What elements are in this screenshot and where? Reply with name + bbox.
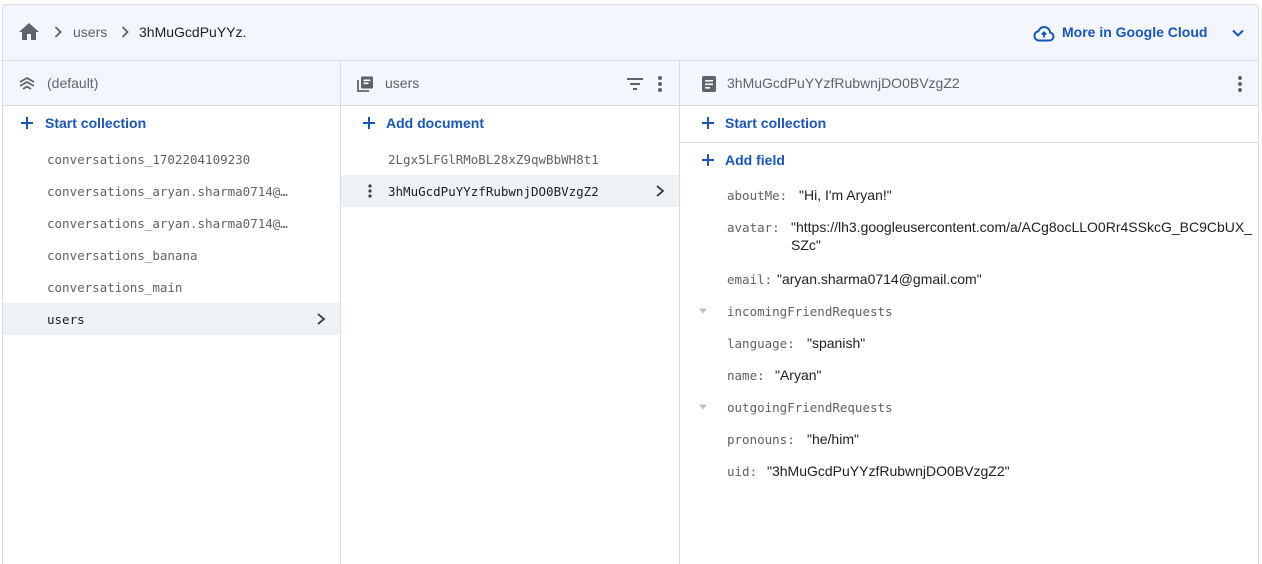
- field-row[interactable]: language: "spanish": [680, 327, 1258, 359]
- field-row-map[interactable]: incomingFriendRequests: [680, 295, 1258, 327]
- collection-name: conversations_banana: [47, 248, 198, 263]
- field-value: "Hi, I'm Aryan!": [799, 187, 892, 203]
- collection-name: conversations_aryan.sharma0714@…: [47, 216, 288, 231]
- more-in-google-cloud-label: More in Google Cloud: [1062, 24, 1208, 40]
- field-value: "aryan.sharma0714@gmail.com": [777, 271, 982, 287]
- database-layers-icon: [19, 76, 35, 90]
- breadcrumb-item-users[interactable]: users: [73, 24, 107, 40]
- collection-header: users: [341, 61, 679, 106]
- collection-item[interactable]: conversations_aryan.sharma0714@…: [3, 207, 340, 239]
- collection-item-users-selected[interactable]: users: [3, 303, 340, 335]
- more-vert-icon[interactable]: [363, 182, 377, 200]
- start-collection-label: Start collection: [725, 115, 827, 131]
- add-field-button[interactable]: Add field: [680, 143, 1258, 177]
- more-in-google-cloud-button[interactable]: More in Google Cloud: [1018, 5, 1258, 61]
- document-icon: [702, 76, 716, 92]
- collection-title: users: [385, 75, 420, 91]
- field-key: language:: [727, 336, 795, 351]
- document-id: 3hMuGcdPuYYzfRubwnjDO0BVzgZ2: [388, 184, 599, 199]
- field-key: incomingFriendRequests: [727, 304, 893, 319]
- field-row-map[interactable]: outgoingFriendRequests: [680, 391, 1258, 423]
- plus-icon: [363, 117, 375, 129]
- field-key: outgoingFriendRequests: [727, 400, 893, 415]
- add-document-label: Add document: [386, 115, 484, 131]
- collection-name: conversations_1702204109230: [47, 152, 251, 167]
- collection-name: conversations_aryan.sharma0714@…: [47, 184, 288, 199]
- field-row[interactable]: email: "aryan.sharma0714@gmail.com": [680, 263, 1258, 295]
- field-value: "he/him": [807, 431, 859, 447]
- field-key: email:: [727, 272, 773, 287]
- filter-icon[interactable]: [624, 74, 646, 94]
- breadcrumb-item-document[interactable]: 3hMuGcdPuYYz.: [139, 24, 246, 40]
- field-key: pronouns:: [727, 432, 795, 447]
- start-subcollection-button[interactable]: Start collection: [680, 106, 1258, 140]
- field-key: aboutMe:: [727, 188, 788, 203]
- field-row[interactable]: aboutMe: "Hi, I'm Aryan!": [680, 179, 1258, 211]
- plus-icon: [21, 117, 33, 129]
- home-icon[interactable]: [17, 20, 41, 44]
- collection-name: users: [47, 312, 85, 327]
- database-header: (default): [3, 61, 340, 106]
- chevron-right-icon: [54, 26, 62, 38]
- collection-name: conversations_main: [47, 280, 183, 295]
- collection-icon: [357, 76, 373, 92]
- expand-triangle-icon[interactable]: [698, 307, 708, 315]
- chevron-down-icon: [1232, 29, 1244, 37]
- field-value: "spanish": [807, 335, 866, 351]
- plus-icon: [702, 154, 714, 166]
- chevron-right-icon: [121, 26, 129, 38]
- expand-triangle-icon[interactable]: [698, 403, 708, 411]
- collections-panel: (default) Start collection conversations…: [3, 61, 341, 564]
- field-value: "Aryan": [775, 367, 822, 383]
- field-key: uid:: [727, 464, 758, 479]
- more-vert-icon[interactable]: [650, 73, 670, 95]
- add-document-button[interactable]: Add document: [341, 106, 679, 140]
- field-row[interactable]: uid: "3hMuGcdPuYYzfRubwnjDO0BVzgZ2": [680, 455, 1258, 487]
- chevron-right-icon: [317, 313, 326, 325]
- cloud-icon: [1033, 26, 1055, 42]
- document-item-selected[interactable]: 3hMuGcdPuYYzfRubwnjDO0BVzgZ2: [341, 175, 679, 207]
- start-collection-label: Start collection: [45, 115, 147, 131]
- field-row[interactable]: name: "Aryan": [680, 359, 1258, 391]
- database-title: (default): [47, 75, 99, 91]
- document-id: 2Lgx5LFGlRMoBL28xZ9qwBbWH8t1: [388, 152, 599, 167]
- document-panel: 3hMuGcdPuYYzfRubwnjDO0BVzgZ2 Start colle…: [680, 61, 1258, 564]
- more-vert-icon[interactable]: [1230, 73, 1250, 95]
- plus-icon: [702, 117, 714, 129]
- document-title: 3hMuGcdPuYYzfRubwnjDO0BVzgZ2: [727, 75, 960, 91]
- chevron-right-icon: [656, 185, 665, 197]
- document-item[interactable]: 2Lgx5LFGlRMoBL28xZ9qwBbWH8t1: [341, 143, 679, 175]
- start-collection-button[interactable]: Start collection: [3, 106, 340, 140]
- documents-panel: users Add document 2Lgx5LFGlRMoBL28xZ9qw…: [341, 61, 680, 564]
- collection-item[interactable]: conversations_banana: [3, 239, 340, 271]
- field-row[interactable]: avatar: "https://lh3.googleusercontent.c…: [680, 211, 1258, 263]
- field-value: "https://lh3.googleusercontent.com/a/ACg…: [791, 219, 1252, 253]
- firestore-data-viewer: users 3hMuGcdPuYYz. More in Google Cloud…: [2, 4, 1259, 564]
- document-header: 3hMuGcdPuYYzfRubwnjDO0BVzgZ2: [680, 61, 1258, 106]
- collection-item[interactable]: conversations_aryan.sharma0714@…: [3, 175, 340, 207]
- add-field-label: Add field: [725, 152, 785, 168]
- field-row[interactable]: pronouns: "he/him": [680, 423, 1258, 455]
- breadcrumb-bar: users 3hMuGcdPuYYz. More in Google Cloud: [3, 5, 1258, 61]
- collection-item[interactable]: conversations_main: [3, 271, 340, 303]
- collection-item[interactable]: conversations_1702204109230: [3, 143, 340, 175]
- field-key: name:: [727, 368, 765, 383]
- field-key: avatar:: [727, 220, 780, 235]
- field-value: "3hMuGcdPuYYzfRubwnjDO0BVzgZ2": [767, 463, 1010, 479]
